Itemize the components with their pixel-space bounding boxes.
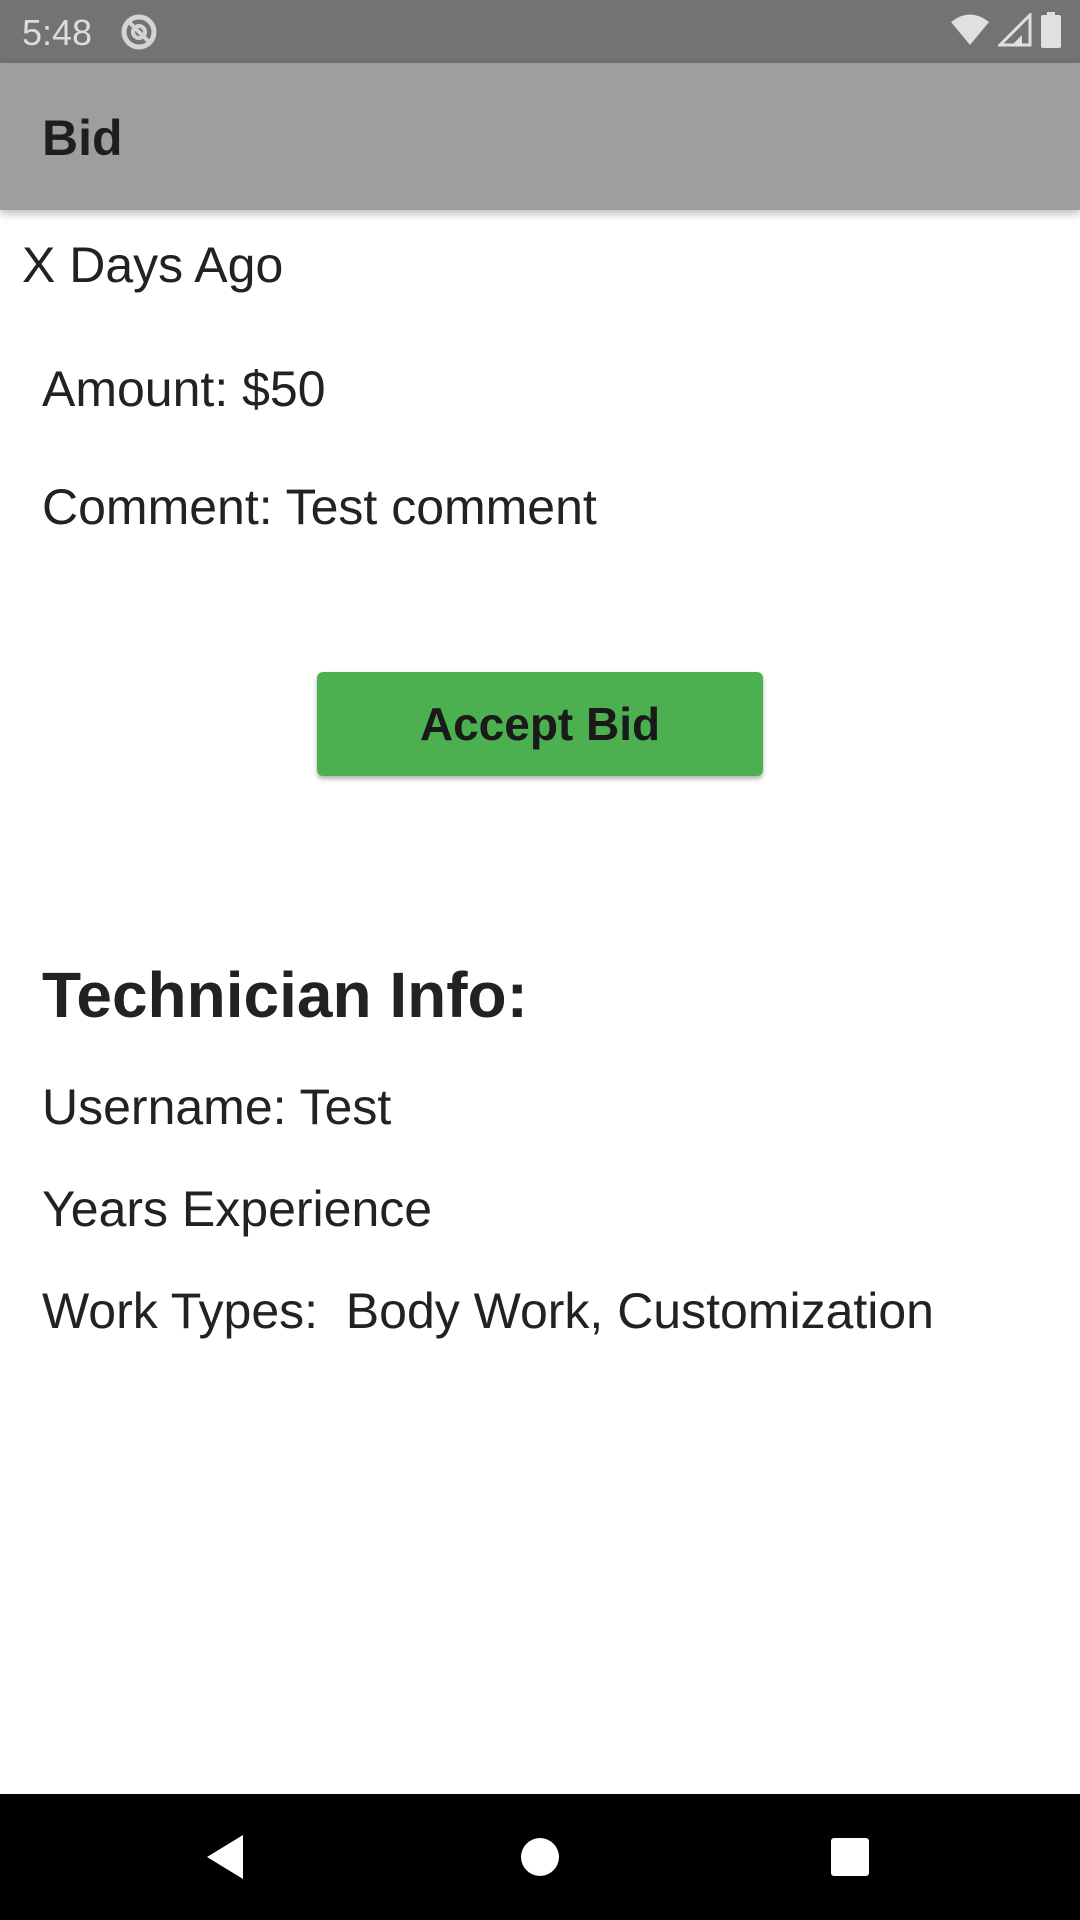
- technician-username-text: Username: Test: [42, 1079, 392, 1135]
- at-sign-icon: [120, 13, 158, 51]
- app-bar: Bid: [0, 63, 1080, 210]
- accept-bid-button[interactable]: Accept Bid: [317, 672, 763, 776]
- bid-amount-text: Amount: $50: [42, 361, 326, 417]
- recents-icon[interactable]: [790, 1794, 910, 1920]
- wifi-icon: [950, 13, 990, 52]
- technician-experience-text: Years Experience: [42, 1181, 433, 1237]
- signal-icon: [996, 10, 1032, 52]
- bid-screen: 5:48 Bid X Days Ago Amount: $50 Comment:…: [0, 0, 1080, 1920]
- battery-icon: [1040, 11, 1062, 53]
- technician-work-types-text: Work Types: Body Work, Customization: [42, 1283, 934, 1339]
- status-bar: 5:48: [0, 0, 1080, 63]
- home-icon[interactable]: [480, 1794, 600, 1920]
- bid-comment-text: Comment: Test comment: [42, 479, 597, 535]
- navigation-bar: [0, 1794, 1080, 1920]
- technician-info-heading: Technician Info:: [42, 959, 528, 1031]
- bid-date-text: X Days Ago: [22, 237, 284, 293]
- page-title: Bid: [42, 110, 123, 166]
- status-time: 5:48: [22, 12, 93, 53]
- back-icon[interactable]: [165, 1794, 285, 1920]
- status-icons: [950, 10, 1062, 53]
